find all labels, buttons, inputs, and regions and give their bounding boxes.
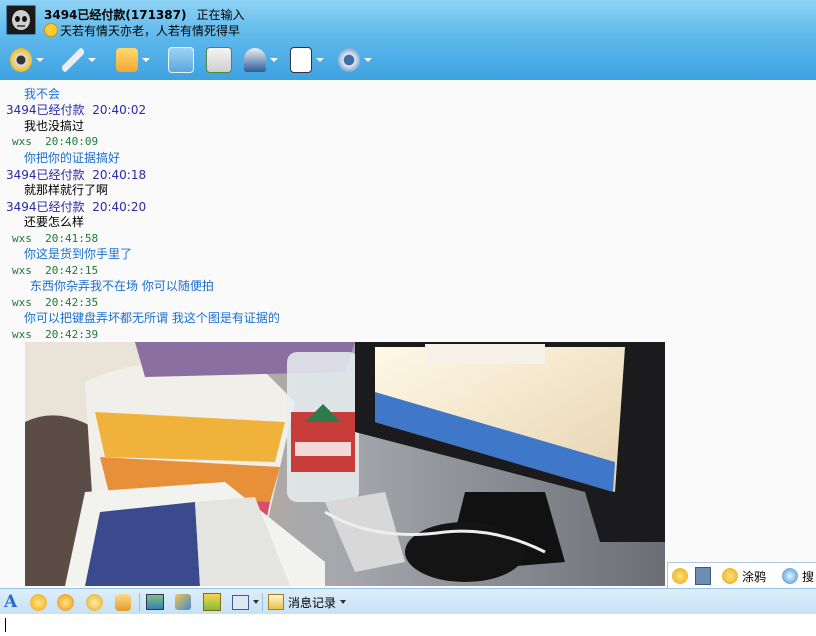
message-time: 20:41:58 xyxy=(45,232,99,245)
message-text: 你这是货到你手里了 xyxy=(24,247,133,261)
message-header: 3494已经付款 20:40:02 xyxy=(6,101,146,118)
game-button[interactable] xyxy=(290,46,324,74)
font-button[interactable]: A xyxy=(4,592,17,612)
message-input[interactable] xyxy=(0,614,816,636)
contact-avatar[interactable] xyxy=(6,5,36,35)
message-header: wxs 20:42:35 xyxy=(12,296,98,309)
message-header: wxs 20:42:15 xyxy=(12,264,98,277)
signature-icon xyxy=(44,23,58,37)
image-icon xyxy=(146,594,164,610)
chat-toolbar xyxy=(0,40,816,80)
like-button[interactable] xyxy=(115,592,131,612)
gift-button[interactable] xyxy=(203,592,221,612)
contact-info-button[interactable] xyxy=(244,46,278,74)
contact-signature: 天若有情天亦老，人若有情死得早 xyxy=(60,24,241,38)
settings-icon xyxy=(338,48,360,72)
message-time: 20:40:20 xyxy=(92,200,147,214)
message-time: 20:42:39 xyxy=(45,328,99,341)
save-icon xyxy=(695,567,711,585)
message-text: 你把你的证据搞好 xyxy=(24,151,121,165)
user-info-icon xyxy=(244,48,266,72)
game-card-icon xyxy=(290,47,312,73)
sender-name: 3494已经付款 xyxy=(6,168,85,182)
chevron-down-icon xyxy=(253,600,259,604)
folder-transfer-icon xyxy=(116,48,138,72)
add-contact-button[interactable] xyxy=(206,46,240,74)
message-header: wxs 20:42:39 xyxy=(12,328,98,341)
doodle-label: 涂鸦 xyxy=(742,569,767,584)
message-text: 东西你杂弄我不在场 你可以随便拍 xyxy=(30,279,214,293)
search-icon xyxy=(782,568,798,584)
search-label: 搜 xyxy=(802,569,815,584)
history-icon xyxy=(268,594,284,610)
sender-name: wxs xyxy=(12,232,32,245)
message-text: 我不会 xyxy=(24,87,61,101)
add-contact-icon xyxy=(206,47,232,73)
shake-icon xyxy=(86,593,103,611)
message-time: 20:40:18 xyxy=(92,168,147,182)
settings-button[interactable] xyxy=(338,46,372,74)
photo-message-image[interactable] xyxy=(25,342,665,586)
message-history-label: 消息记录 xyxy=(288,595,337,610)
contact-title: 3494已经付款(171387) 正在输入 xyxy=(44,6,244,23)
magic-emoji-icon xyxy=(57,593,74,611)
screenshot-icon xyxy=(232,594,249,610)
text-caret xyxy=(5,618,6,632)
sender-name: 3494已经付款 xyxy=(6,103,85,117)
email-icon xyxy=(168,47,194,73)
font-icon: A xyxy=(4,592,18,612)
microphone-icon xyxy=(62,48,84,72)
send-file-button[interactable] xyxy=(116,46,150,74)
shake-button[interactable] xyxy=(86,592,103,612)
side-tools-panel: 涂鸦 搜 xyxy=(667,562,816,590)
message-header: wxs 20:41:58 xyxy=(12,232,98,245)
magic-emoji-button[interactable] xyxy=(57,592,74,612)
contact-name: 3494已经付款(171387) xyxy=(44,8,187,22)
send-image-button[interactable] xyxy=(146,592,164,612)
message-text: 还要怎么样 xyxy=(24,215,85,229)
music-icon xyxy=(175,594,191,610)
message-time: 20:42:35 xyxy=(45,296,99,309)
title-bar: 3494已经付款(171387) 正在输入 天若有情天亦老，人若有情死得早 xyxy=(0,0,816,40)
webcam-icon xyxy=(10,48,32,72)
message-text: 你可以把键盘弄坏都无所谓 我这个图是有证据的 xyxy=(24,311,280,325)
message-text: 我也没搞过 xyxy=(24,119,85,133)
voice-button[interactable] xyxy=(62,46,96,74)
message-history-button[interactable]: 消息记录 xyxy=(268,592,347,612)
add-emoji-button[interactable] xyxy=(672,566,688,586)
sender-name: wxs xyxy=(12,264,32,277)
message-header: wxs 20:40:09 xyxy=(12,135,98,148)
message-time: 20:42:15 xyxy=(45,264,99,277)
search-button[interactable]: 搜 xyxy=(782,566,814,586)
gift-icon xyxy=(203,593,221,611)
sender-name: wxs xyxy=(12,328,32,341)
screenshot-button[interactable] xyxy=(232,592,259,612)
smiley-icon xyxy=(30,593,47,611)
save-button[interactable] xyxy=(695,566,711,586)
doodle-icon xyxy=(722,568,738,584)
thumbs-up-icon xyxy=(115,593,131,611)
chevron-down-icon xyxy=(340,600,347,604)
message-time: 20:40:09 xyxy=(45,135,99,148)
sender-name: 3494已经付款 xyxy=(6,200,85,214)
message-time: 20:40:02 xyxy=(92,103,147,117)
typing-status: 正在输入 xyxy=(196,8,245,22)
doodle-button[interactable]: 涂鸦 xyxy=(722,566,766,586)
email-button[interactable] xyxy=(168,46,202,74)
sender-name: wxs xyxy=(12,296,32,309)
add-icon xyxy=(672,568,688,584)
webcam-button[interactable] xyxy=(10,46,44,74)
emoji-button[interactable] xyxy=(30,592,47,612)
music-button[interactable] xyxy=(175,592,191,612)
input-toolbar: A 消息记录 xyxy=(0,588,816,615)
sender-name: wxs xyxy=(12,135,32,148)
message-text: 就那样就行了啊 xyxy=(24,183,109,197)
